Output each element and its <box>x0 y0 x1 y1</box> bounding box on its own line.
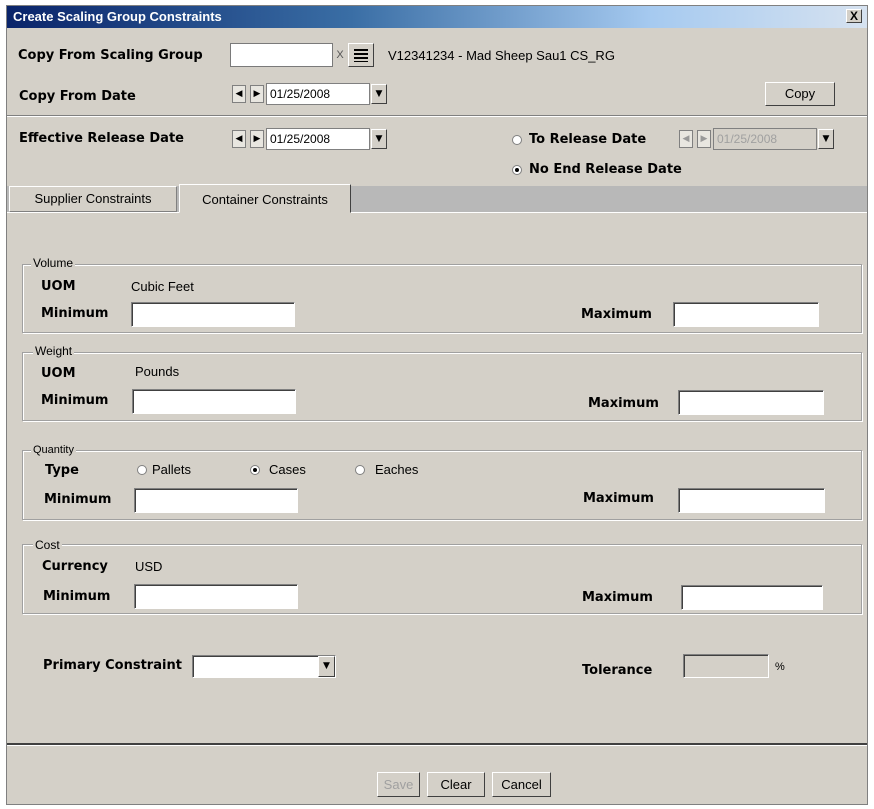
volume-uom-value: Cubic Feet <box>131 279 194 294</box>
quantity-eaches-radio[interactable] <box>355 465 365 475</box>
quantity-type-label: Type <box>45 463 79 478</box>
quantity-pallets-label: Pallets <box>152 462 192 477</box>
volume-uom-label: UOM <box>41 279 76 294</box>
close-icon[interactable]: X <box>846 9 862 23</box>
to-release-date-input[interactable]: 01/25/2008 <box>713 128 817 150</box>
to-release-date-label: To Release Date <box>529 132 647 147</box>
quantity-eaches-label: Eaches <box>375 462 419 477</box>
no-end-release-date-radio[interactable] <box>512 165 522 175</box>
cost-currency-label: Currency <box>42 559 108 574</box>
cost-maximum-label: Maximum <box>582 590 653 605</box>
volume-minimum-input[interactable] <box>131 302 295 327</box>
cost-legend: Cost <box>33 538 62 552</box>
effective-date-prev-icon[interactable]: ◀ <box>232 130 246 148</box>
weight-minimum-label: Minimum <box>41 393 109 408</box>
copy-from-date-label: Copy From Date <box>19 89 136 104</box>
effective-date-next-icon[interactable]: ▶ <box>250 130 264 148</box>
copy-from-date-input[interactable]: 01/25/2008 <box>266 83 370 105</box>
primary-constraint-select[interactable] <box>192 655 336 678</box>
weight-minimum-input[interactable] <box>132 389 296 414</box>
quantity-minimum-label: Minimum <box>44 492 112 507</box>
cancel-button[interactable]: Cancel <box>492 772 551 797</box>
save-button[interactable]: Save <box>377 772 420 797</box>
dialog-window: Create Scaling Group Constraints X Copy … <box>6 5 868 805</box>
quantity-minimum-input[interactable] <box>134 488 298 513</box>
effective-release-date-input[interactable]: 01/25/2008 <box>266 128 370 150</box>
copy-from-group-text: V12341234 - Mad Sheep Sau1 CS_RG <box>388 48 615 63</box>
copy-button[interactable]: Copy <box>765 82 835 106</box>
quantity-maximum-input[interactable] <box>678 488 825 513</box>
tab-supplier-constraints[interactable]: Supplier Constraints <box>9 186 177 212</box>
weight-maximum-label: Maximum <box>588 396 659 411</box>
title-bar[interactable]: Create Scaling Group Constraints X <box>7 6 867 28</box>
weight-legend: Weight <box>33 344 75 358</box>
to-date-next-icon[interactable]: ▶ <box>697 130 711 148</box>
clear-button[interactable]: Clear <box>427 772 485 797</box>
group-list-button[interactable] <box>348 43 374 67</box>
effective-release-date-label: Effective Release Date <box>19 131 184 146</box>
copy-from-group-input[interactable] <box>230 43 333 67</box>
volume-maximum-input[interactable] <box>673 302 819 327</box>
to-date-dropdown-icon[interactable]: ▼ <box>818 129 834 149</box>
quantity-maximum-label: Maximum <box>583 491 654 506</box>
weight-uom-label: UOM <box>41 366 76 381</box>
tolerance-label: Tolerance <box>582 663 653 678</box>
to-release-date-radio[interactable] <box>512 135 522 145</box>
primary-constraint-dropdown-icon[interactable]: ▼ <box>318 656 335 677</box>
quantity-pallets-radio[interactable] <box>137 465 147 475</box>
volume-minimum-label: Minimum <box>41 306 109 321</box>
copy-date-dropdown-icon[interactable]: ▼ <box>371 84 387 104</box>
quantity-legend: Quantity <box>31 444 76 456</box>
clear-group-icon[interactable]: X <box>334 46 346 64</box>
cost-currency-value: USD <box>135 559 163 574</box>
no-end-release-date-label: No End Release Date <box>529 162 682 177</box>
volume-maximum-label: Maximum <box>581 307 652 322</box>
tab-container-constraints[interactable]: Container Constraints <box>179 184 351 213</box>
tolerance-input[interactable] <box>683 654 769 678</box>
to-date-prev-icon[interactable]: ◀ <box>679 130 693 148</box>
weight-maximum-input[interactable] <box>678 390 824 415</box>
cost-minimum-input[interactable] <box>134 584 298 609</box>
divider <box>7 115 867 117</box>
date-next-icon[interactable]: ▶ <box>250 85 264 103</box>
date-prev-icon[interactable]: ◀ <box>232 85 246 103</box>
list-icon <box>354 49 368 62</box>
footer-divider <box>7 743 867 746</box>
volume-legend: Volume <box>31 256 76 270</box>
copy-from-group-label: Copy From Scaling Group <box>18 48 203 63</box>
quantity-cases-label: Cases <box>269 462 306 477</box>
dialog-title: Create Scaling Group Constraints <box>13 9 222 24</box>
cost-maximum-input[interactable] <box>681 585 823 610</box>
weight-uom-value: Pounds <box>135 364 180 379</box>
cost-minimum-label: Minimum <box>43 589 111 604</box>
tolerance-unit: % <box>775 661 785 673</box>
primary-constraint-label: Primary Constraint <box>43 658 182 673</box>
effective-date-dropdown-icon[interactable]: ▼ <box>371 129 387 149</box>
quantity-cases-radio[interactable] <box>250 465 260 475</box>
